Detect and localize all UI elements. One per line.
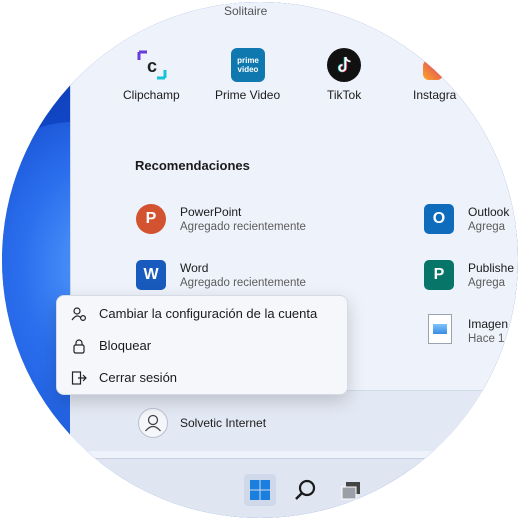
windows-start-icon[interactable] [244,474,276,506]
pinned-app-label: Clipchamp [123,88,180,102]
recommended-item-name: Imagen [468,317,509,331]
search-icon[interactable] [290,474,322,506]
recommended-item-subtitle: Agregado recientemente [180,221,306,233]
image-file-icon [428,314,452,344]
account-context-menu: Cambiar la configuración de la cuenta Bl… [56,295,348,395]
icon-letter: W [143,266,159,283]
pinned-app-partial-label: Solitaire [224,4,268,18]
account-settings-icon [71,306,87,322]
menu-item-sign-out[interactable]: Cerrar sesión [57,363,347,393]
task-view-icon[interactable] [336,474,368,506]
user-name: Solvetic Internet [180,416,267,430]
user-avatar-icon [138,408,168,438]
icon-letter: O [432,210,446,227]
publisher-icon: P [424,260,454,290]
recommended-section-title: Recomendaciones [135,158,250,173]
pinned-app-label: Prime Video [215,88,281,102]
menu-item-change-account-settings[interactable]: Cambiar la configuración de la cuenta [57,299,347,329]
recommended-item-name: Publishe [468,261,515,275]
prime-video-badge-line2: video [237,65,259,74]
recommended-item-subtitle: Hace 1 [468,333,505,345]
recommended-item-name: PowerPoint [180,205,242,219]
prime-video-icon: prime video [231,48,265,82]
pinned-app-label: TikTok [327,88,362,102]
sign-out-icon [71,370,87,386]
menu-item-lock[interactable]: Bloquear [57,331,347,361]
recommended-item-subtitle: Agregado recientemente [180,277,306,289]
menu-item-label: Cambiar la configuración de la cuenta [99,306,318,321]
recommended-item-subtitle: Agrega [468,277,506,289]
powerpoint-icon: P [136,204,166,234]
pinned-app-label: Instagra [413,88,457,102]
recommended-item-subtitle: Agrega [468,221,506,233]
instagram-icon [423,60,443,80]
prime-video-badge-line1: prime [237,56,259,65]
icon-letter: P [433,266,445,283]
recommended-item-name: Word [180,261,209,275]
tiktok-icon [327,48,361,82]
screenshot-viewport: Solitaire c Clipchamp prime video Prime … [2,2,518,518]
svg-text:c: c [147,56,157,76]
icon-letter: P [145,210,157,227]
menu-item-label: Bloquear [99,338,152,353]
outlook-icon: O [424,204,454,234]
menu-item-label: Cerrar sesión [99,370,178,385]
lock-icon [71,338,87,354]
word-icon: W [136,260,166,290]
clipchamp-icon: c [135,48,169,82]
recommended-item-name: Outlook [468,205,510,219]
